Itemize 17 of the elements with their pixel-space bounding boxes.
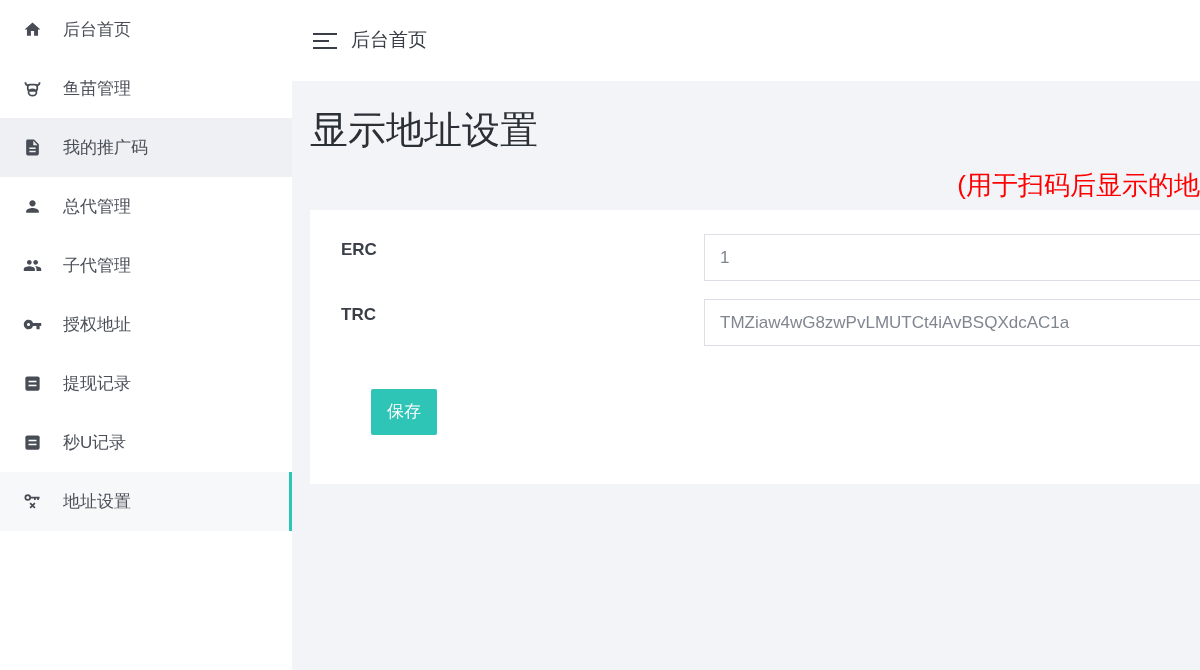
list-icon — [23, 433, 42, 452]
menu-icon[interactable] — [313, 31, 337, 50]
page-title: 显示地址设置 — [310, 108, 539, 153]
note-text: (用于扫码后显示的地 — [957, 169, 1200, 202]
breadcrumb[interactable]: 后台首页 — [351, 26, 427, 55]
key-x-icon — [23, 492, 42, 511]
document-icon — [23, 138, 42, 157]
person-icon — [23, 197, 42, 216]
cow-icon — [23, 79, 42, 98]
list-icon — [23, 374, 42, 393]
home-icon — [23, 20, 42, 39]
field-label: ERC — [341, 239, 378, 261]
sidebar-item[interactable]: 地址设置 — [0, 472, 292, 531]
field-label: TRC — [341, 304, 377, 326]
sidebar-item[interactable]: 我的推广码 — [0, 118, 292, 177]
input-field[interactable]: TMZiaw4wG8zwPvLMUTCt4iAvBSQXdcAC1a — [704, 299, 1200, 346]
input-field[interactable]: 1 — [704, 234, 1200, 281]
